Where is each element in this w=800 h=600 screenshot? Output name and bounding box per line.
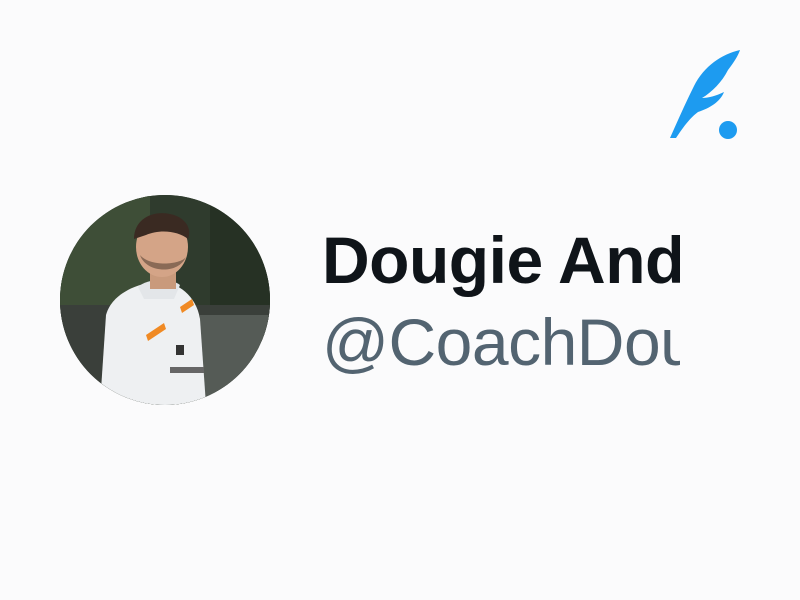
user-handle[interactable]: @CoachDougie (322, 302, 680, 382)
display-name[interactable]: Dougie Anderson (322, 222, 680, 298)
profile-text: Dougie Anderson @CoachDougie (322, 222, 680, 382)
avatar[interactable] (60, 195, 270, 405)
profile-card: Dougie Anderson @CoachDougie (0, 0, 800, 600)
quill-logo-icon (664, 46, 744, 142)
profile-photo-icon (60, 195, 270, 405)
